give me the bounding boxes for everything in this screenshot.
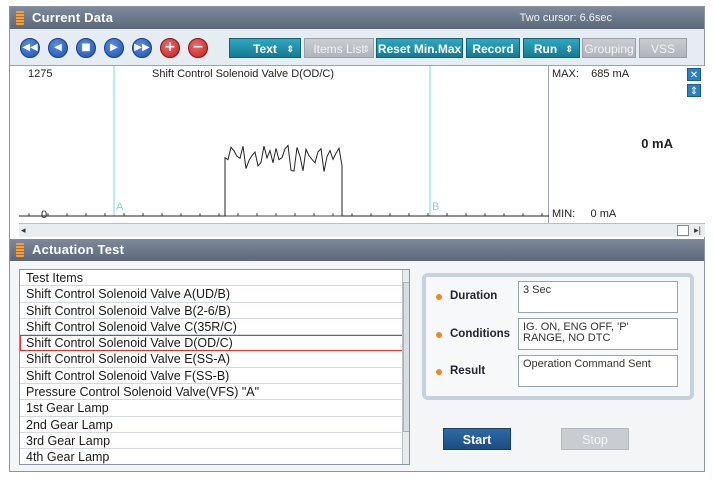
graph-side-panel: MAX: 685 mA 0 mA MIN: 0 mA ✕ ⇕: [550, 66, 705, 224]
actuation-test-titlebar: Actuation Test: [10, 239, 704, 261]
first-icon[interactable]: ◀◀: [20, 38, 40, 58]
actuation-test-title: Actuation Test: [32, 242, 125, 257]
list-item[interactable]: 3rd Gear Lamp: [20, 433, 409, 450]
current-data-toolbar: ◀◀ ◀ ■ ▶ ▶▶ + − Text ⇕ Items List ⇕ Rese…: [10, 29, 704, 65]
vss-button[interactable]: VSS: [639, 38, 687, 58]
list-item[interactable]: Shift Control Solenoid Valve F(SS-B): [20, 368, 409, 385]
max-value: 685 mA: [591, 68, 630, 80]
current-data-titlebar: Current Data Two cursor: 6.6sec: [10, 7, 704, 29]
list-item[interactable]: Shift Control Solenoid Valve B(2-6/B): [20, 303, 409, 319]
current-value: 0 mA: [641, 136, 673, 151]
remove-icon[interactable]: −: [188, 38, 208, 58]
graph-scrollbar[interactable]: ◂ ▸|: [19, 223, 705, 237]
conditions-label: Conditions: [450, 328, 511, 340]
scroll-right-icon[interactable]: ▸|: [694, 225, 701, 236]
axis-max-label: 1275: [28, 68, 53, 80]
text-select[interactable]: Text ⇕: [229, 38, 301, 58]
list-item-selected[interactable]: Shift Control Solenoid Valve D(OD/C): [20, 335, 409, 352]
list-item[interactable]: Shift Control Solenoid Valve A(UD/B): [20, 286, 409, 303]
list-item[interactable]: 2nd Gear Lamp: [20, 417, 409, 433]
graph-area: A B 0 1275 Shift Control Solenoid Valve …: [10, 65, 705, 224]
bullet-icon: [436, 369, 442, 375]
run-select[interactable]: Run ⇕: [523, 38, 580, 58]
list-item[interactable]: Pressure Control Solenoid Valve(VFS) "A": [20, 384, 409, 401]
grouping-button[interactable]: Grouping: [582, 38, 636, 58]
min-value: 0 mA: [590, 208, 617, 220]
test-details: Duration 3 Sec Conditions IG. ON, ENG OF…: [422, 273, 694, 400]
result-label: Result: [450, 365, 486, 377]
list-item[interactable]: 1st Gear Lamp: [20, 400, 409, 417]
cursor-info: Two cursor: 6.6sec: [519, 12, 612, 24]
items-list-select[interactable]: Items List ⇕: [304, 38, 374, 58]
scroll-left-icon[interactable]: ◂: [21, 225, 26, 236]
next-icon[interactable]: ▶: [104, 38, 124, 58]
list-item[interactable]: Shift Control Solenoid Valve E(SS-A): [20, 351, 409, 368]
current-data-title: Current Data: [32, 10, 114, 25]
test-items-list: Test Items Shift Control Solenoid Valve …: [19, 269, 410, 465]
duration-label: Duration: [450, 290, 498, 302]
reset-min-max-button[interactable]: Reset Min.Max: [376, 38, 463, 58]
axis-min-label: 0: [41, 209, 47, 221]
actuation-test-panel: Actuation Test Test Items Shift Control …: [10, 239, 704, 471]
items-list-label: Items List: [313, 42, 365, 56]
updown-icon: ⇕: [286, 44, 294, 54]
close-icon[interactable]: ✕: [687, 68, 701, 81]
panel-grip-icon[interactable]: [16, 243, 24, 257]
max-label: MAX:: [552, 68, 579, 80]
add-icon[interactable]: +: [160, 38, 180, 58]
list-header: Test Items: [20, 270, 409, 287]
prev-icon[interactable]: ◀: [48, 38, 68, 58]
expand-icon[interactable]: ⇕: [687, 84, 701, 97]
signal-name: Shift Control Solenoid Valve D(OD/C): [152, 68, 334, 80]
text-select-label: Text: [253, 42, 277, 56]
last-icon[interactable]: ▶▶: [132, 38, 152, 58]
bullet-icon: [436, 294, 442, 300]
cursor-a-label: A: [116, 201, 124, 213]
stop-button[interactable]: Stop: [561, 428, 629, 450]
run-label: Run: [533, 42, 558, 56]
signal-line: [19, 144, 549, 217]
graph-plot[interactable]: A B 0 1275 Shift Control Solenoid Valve …: [19, 66, 549, 224]
cursor-b-label: B: [432, 201, 439, 213]
result-value: Operation Command Sent: [518, 355, 678, 387]
bullet-icon: [436, 332, 442, 338]
conditions-value: IG. ON, ENG OFF, 'P' RANGE, NO DTC: [518, 318, 678, 350]
scroll-box[interactable]: [677, 225, 689, 236]
max-readout: MAX: 685 mA: [552, 68, 629, 80]
list-scrollbar[interactable]: [402, 270, 409, 464]
start-button[interactable]: Start: [443, 428, 511, 450]
list-item[interactable]: 4th Gear Lamp: [20, 449, 409, 464]
list-scroll-thumb[interactable]: [403, 282, 409, 432]
record-button[interactable]: Record: [466, 38, 520, 58]
main-window: Current Data Two cursor: 6.6sec ◀◀ ◀ ■ ▶…: [9, 6, 705, 472]
min-label: MIN:: [552, 208, 576, 220]
list-item[interactable]: Shift Control Solenoid Valve C(35R/C): [20, 319, 409, 336]
updown-icon: ⇕: [565, 44, 573, 54]
stop-icon[interactable]: ■: [76, 38, 96, 58]
min-readout: MIN: 0 mA: [552, 208, 616, 220]
panel-grip-icon[interactable]: [16, 11, 24, 25]
signal-chart: A B 0: [19, 66, 549, 221]
updown-icon: ⇕: [362, 44, 370, 54]
duration-value: 3 Sec: [518, 281, 678, 313]
